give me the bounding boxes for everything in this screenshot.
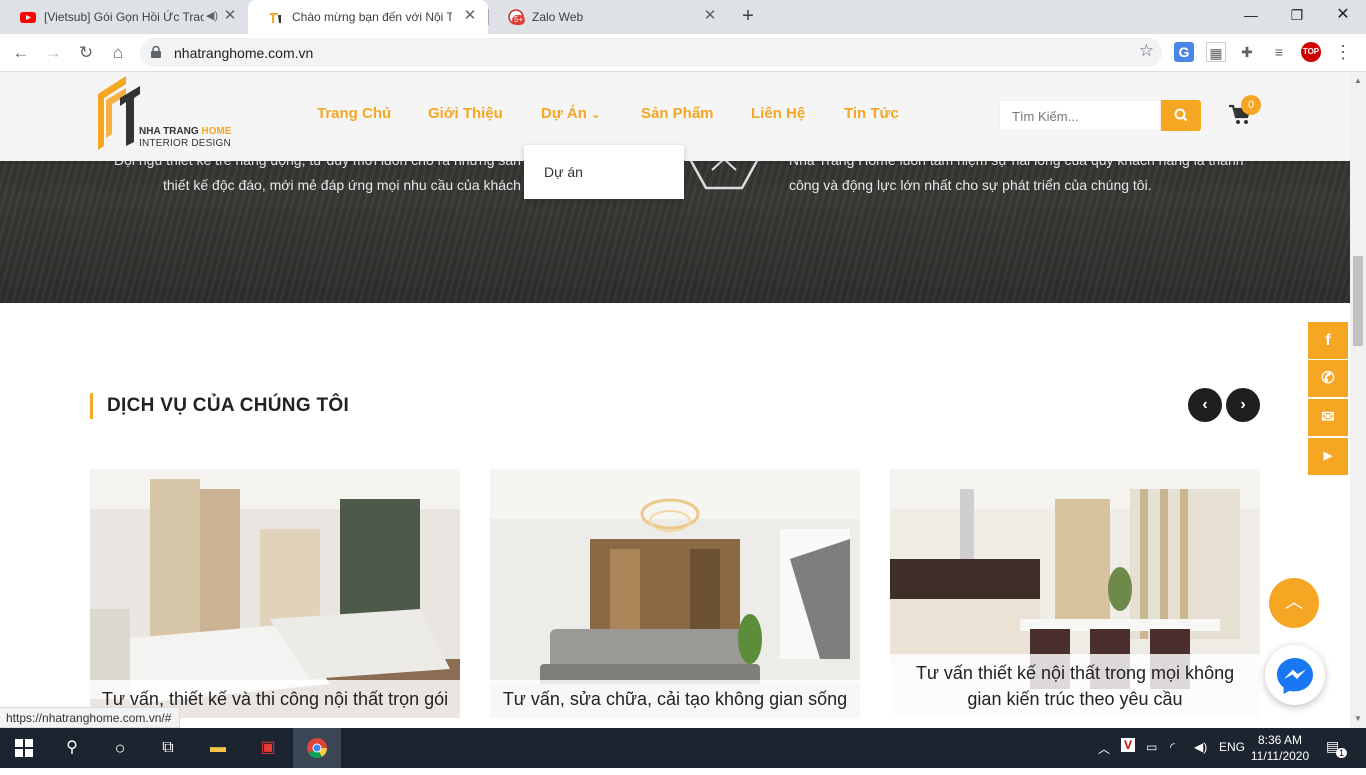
language-indicator[interactable]: ENG — [1219, 740, 1245, 754]
tab-nhatranghome[interactable]: Chào mừng bạn đến với Nội Thất ✕ — [248, 0, 488, 34]
tab-title: Zalo Web — [532, 10, 584, 24]
search-placeholder: Tìm Kiếm... — [1012, 109, 1079, 124]
nav-gioi-thieu[interactable]: Giới Thiệu — [428, 105, 503, 122]
app-icon[interactable]: ▣ — [244, 728, 292, 768]
home-icon[interactable]: ⌂ — [105, 40, 131, 66]
du-an-dropdown: Dự án — [524, 145, 684, 199]
close-window-icon[interactable]: ✕ — [1320, 0, 1366, 30]
mail-icon[interactable]: ✉ — [1308, 399, 1348, 436]
reload-icon[interactable]: ↻ — [73, 40, 99, 66]
logo-line2: INTERIOR DESIGN — [139, 138, 231, 149]
maximize-icon[interactable]: ❐ — [1274, 0, 1320, 30]
logo-mark — [98, 76, 140, 150]
search-input[interactable]: Tìm Kiếm... — [999, 100, 1161, 131]
windows-start-icon[interactable] — [0, 728, 48, 768]
phone-icon[interactable]: ✆ — [1308, 360, 1348, 397]
youtube-social-icon[interactable]: ▶ — [1308, 438, 1348, 475]
url-text: nhatranghome.com.vn — [174, 45, 314, 61]
browser-toolbar: ← → ↻ ⌂ nhatranghome.com.vn ☆ G ▦ ✚ ≡ TO… — [0, 34, 1366, 72]
zalo-icon: 5+ — [508, 9, 526, 25]
browser-tab-strip: [Vietsub] Gói Gọn Hồi Ức Trao ◀) ✕ Chào … — [0, 0, 1366, 34]
wifi-icon[interactable]: ◜ — [1170, 740, 1175, 754]
nav-du-an[interactable]: Dự Án ⌄ — [541, 105, 600, 122]
vietkey-icon[interactable]: V — [1121, 738, 1136, 752]
chrome-taskbar-icon[interactable] — [293, 728, 341, 768]
address-bar[interactable]: nhatranghome.com.vn ☆ — [140, 38, 1162, 67]
page-scrollbar[interactable]: ▲ ▼ — [1350, 72, 1366, 728]
search-icon — [1174, 108, 1188, 122]
youtube-icon — [20, 12, 36, 23]
task-view-icon[interactable]: ⧉ — [144, 728, 192, 768]
search-taskbar-icon[interactable]: ⚲ — [48, 728, 96, 768]
back-to-top-button[interactable]: ︿ — [1269, 578, 1319, 628]
forward-icon[interactable]: → — [40, 40, 66, 66]
tab-title: [Vietsub] Gói Gọn Hồi Ức Trao — [44, 10, 204, 24]
site-logo[interactable]: NHA TRANG HOME INTERIOR DESIGN — [96, 76, 236, 156]
back-icon[interactable]: ← — [8, 40, 34, 66]
close-tab-icon[interactable]: ✕ — [222, 8, 238, 24]
media-queue-icon[interactable]: ≡ — [1269, 42, 1289, 62]
hero-right-line2: công và động lực lớn nhất cho sự phát tr… — [789, 177, 1152, 193]
nav-san-pham[interactable]: Sản Phẩm — [641, 105, 714, 122]
clock[interactable]: 8:36 AM 11/11/2020 — [1248, 732, 1312, 764]
hero-left-line2: thiết kế độc đáo, mới mẻ đáp ứng mọi nhu… — [163, 177, 521, 193]
close-tab-icon[interactable]: ✕ — [702, 8, 718, 24]
carousel-prev-button[interactable]: ‹ — [1188, 388, 1222, 422]
status-bar-url: https://nhatranghome.com.vn/# — [0, 707, 181, 728]
nhatranghome-icon — [270, 13, 281, 23]
nav-lien-he[interactable]: Liên Hệ — [751, 105, 805, 122]
scroll-down-icon[interactable]: ▼ — [1354, 714, 1362, 723]
zalo-badge: 5+ — [512, 15, 526, 25]
service-card[interactable]: Tư vấn, sửa chữa, cải tạo không gian sốn… — [490, 469, 860, 718]
top-extension-icon[interactable]: TOP — [1301, 42, 1321, 62]
speaker-icon[interactable]: ◀) — [206, 9, 218, 22]
dropdown-item-du-an[interactable]: Dự án — [544, 164, 583, 180]
tab-youtube[interactable]: [Vietsub] Gói Gọn Hồi Ức Trao ◀) ✕ — [0, 0, 248, 34]
service-card[interactable]: Tư vấn, thiết kế và thi công nội thất tr… — [90, 469, 460, 718]
extension-grid-icon[interactable]: ▦ — [1206, 42, 1226, 62]
new-tab-button[interactable]: + — [736, 6, 760, 28]
minimize-icon[interactable]: — — [1228, 0, 1274, 30]
messenger-icon — [1277, 658, 1313, 694]
service-caption: Tư vấn, sửa chữa, cải tạo không gian sốn… — [490, 680, 860, 718]
volume-icon[interactable]: ◀) — [1194, 740, 1207, 754]
windows-taskbar: ⚲ ○ ⧉ ▬ ▣ ︿ V ▭ ◜ ◀) ENG 8:36 AM 11/11/2… — [0, 728, 1366, 768]
scroll-up-icon[interactable]: ▲ — [1354, 76, 1362, 85]
carousel-next-button[interactable]: › — [1226, 388, 1260, 422]
clock-time: 8:36 AM — [1257, 733, 1303, 747]
google-translate-icon[interactable]: G — [1174, 42, 1194, 62]
facebook-icon[interactable]: f — [1308, 322, 1348, 359]
notification-count: 1 — [1336, 748, 1348, 758]
scrollbar-thumb[interactable] — [1353, 256, 1363, 346]
service-card[interactable]: Tư vấn thiết kế nội thất trong mọi không… — [890, 469, 1260, 718]
lock-icon — [151, 46, 161, 58]
cart-count-badge: 0 — [1241, 95, 1261, 115]
tab-zalo[interactable]: 5+ Zalo Web ✕ — [488, 0, 728, 34]
nav-trang-chu[interactable]: Trang Chủ — [317, 105, 391, 122]
cortana-icon[interactable]: ○ — [96, 728, 144, 768]
clock-date: 11/11/2020 — [1250, 749, 1310, 763]
bookmark-star-icon[interactable]: ☆ — [1139, 41, 1154, 61]
web-page: Đội ngũ thiết kế trẻ năng động, tư duy m… — [0, 72, 1350, 728]
tray-chevron-icon[interactable]: ︿ — [1098, 740, 1110, 757]
search-button[interactable] — [1161, 100, 1201, 131]
tab-title: Chào mừng bạn đến với Nội Thất — [292, 10, 452, 24]
section-title: DỊCH VỤ CỦA CHÚNG TÔI — [90, 393, 349, 419]
chrome-menu-icon[interactable]: ⋮ — [1333, 42, 1353, 62]
chevron-down-icon: ⌄ — [591, 109, 601, 121]
close-tab-icon[interactable]: ✕ — [462, 8, 478, 24]
messenger-button[interactable] — [1265, 645, 1325, 705]
nav-tin-tuc[interactable]: Tin Tức — [844, 105, 899, 122]
extensions-puzzle-icon[interactable]: ✚ — [1237, 42, 1257, 62]
battery-icon[interactable]: ▭ — [1146, 740, 1157, 754]
file-explorer-icon[interactable]: ▬ — [194, 728, 242, 768]
service-caption: Tư vấn thiết kế nội thất trong mọi không… — [890, 654, 1260, 718]
logo-line1: NHA TRANG HOME — [139, 126, 232, 137]
